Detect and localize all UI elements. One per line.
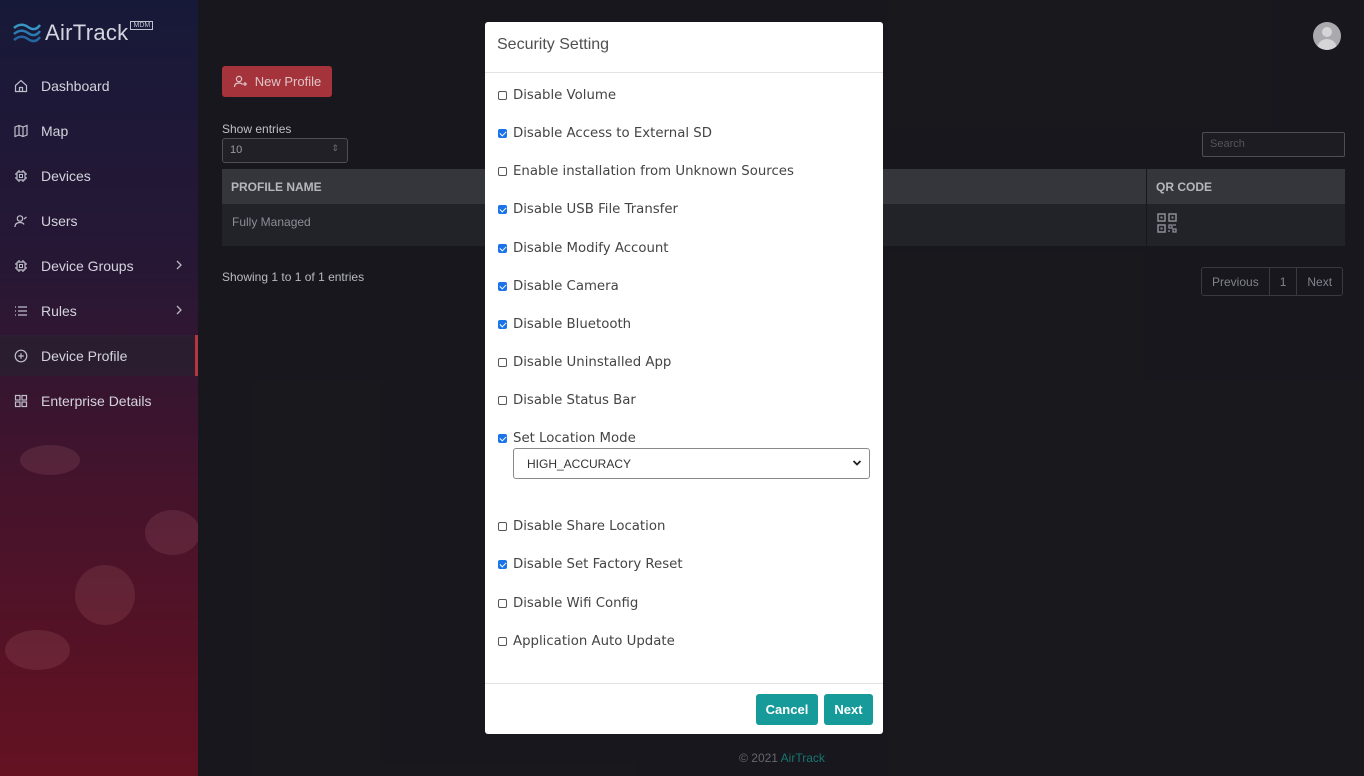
option-disable-bluetooth[interactable]: Disable Bluetooth <box>498 317 631 332</box>
option-label: Enable installation from Unknown Sources <box>513 164 794 179</box>
option-enable-unknown-sources[interactable]: Enable installation from Unknown Sources <box>498 164 794 179</box>
checkbox[interactable] <box>498 282 507 291</box>
checkbox[interactable] <box>498 560 507 569</box>
option-label: Disable Set Factory Reset <box>513 557 683 572</box>
option-disable-uninstalled-app[interactable]: Disable Uninstalled App <box>498 355 671 370</box>
checkbox[interactable] <box>498 434 507 443</box>
option-disable-wifi-config[interactable]: Disable Wifi Config <box>498 596 638 611</box>
option-disable-status-bar[interactable]: Disable Status Bar <box>498 393 636 408</box>
option-label: Disable Uninstalled App <box>513 355 672 370</box>
checkbox[interactable] <box>498 129 507 138</box>
option-label: Disable Volume <box>513 88 617 103</box>
option-disable-share-location[interactable]: Disable Share Location <box>498 519 665 534</box>
checkbox[interactable] <box>498 244 507 253</box>
checkbox[interactable] <box>498 91 507 100</box>
option-label: Disable Status Bar <box>513 393 636 408</box>
checkbox[interactable] <box>498 358 507 367</box>
checkbox[interactable] <box>498 599 507 608</box>
modal-title: Security Setting <box>485 22 883 73</box>
chevron-down-icon <box>852 460 862 466</box>
checkbox[interactable] <box>498 637 507 646</box>
security-setting-modal: Security Setting Disable Volume Disable … <box>485 22 883 734</box>
checkbox[interactable] <box>498 167 507 176</box>
checkbox[interactable] <box>498 205 507 214</box>
option-disable-external-sd[interactable]: Disable Access to External SD <box>498 126 712 141</box>
option-label: Disable Wifi Config <box>513 596 639 611</box>
option-label: Disable Modify Account <box>513 241 669 256</box>
option-label: Disable Camera <box>513 279 619 294</box>
next-button[interactable]: Next <box>824 694 873 725</box>
option-disable-volume[interactable]: Disable Volume <box>498 88 616 103</box>
modal-footer: Cancel Next <box>485 683 883 734</box>
checkbox[interactable] <box>498 522 507 531</box>
cancel-button[interactable]: Cancel <box>756 694 818 725</box>
option-label: Disable Share Location <box>513 519 666 534</box>
option-disable-modify-account[interactable]: Disable Modify Account <box>498 241 669 256</box>
option-label: Disable Bluetooth <box>513 317 632 332</box>
option-label: Application Auto Update <box>513 634 675 649</box>
option-disable-factory-reset[interactable]: Disable Set Factory Reset <box>498 557 683 572</box>
location-mode-value: HIGH_ACCURACY <box>527 457 632 471</box>
option-label: Set Location Mode <box>513 431 636 446</box>
option-label: Disable USB File Transfer <box>513 202 679 217</box>
option-set-location-mode[interactable]: Set Location Mode <box>498 431 636 446</box>
location-mode-select[interactable]: HIGH_ACCURACY <box>513 448 870 479</box>
checkbox[interactable] <box>498 320 507 329</box>
option-label: Disable Access to External SD <box>513 126 712 141</box>
option-application-auto-update[interactable]: Application Auto Update <box>498 634 675 649</box>
option-disable-usb-file-transfer[interactable]: Disable USB File Transfer <box>498 202 678 217</box>
option-disable-camera[interactable]: Disable Camera <box>498 279 619 294</box>
checkbox[interactable] <box>498 396 507 405</box>
